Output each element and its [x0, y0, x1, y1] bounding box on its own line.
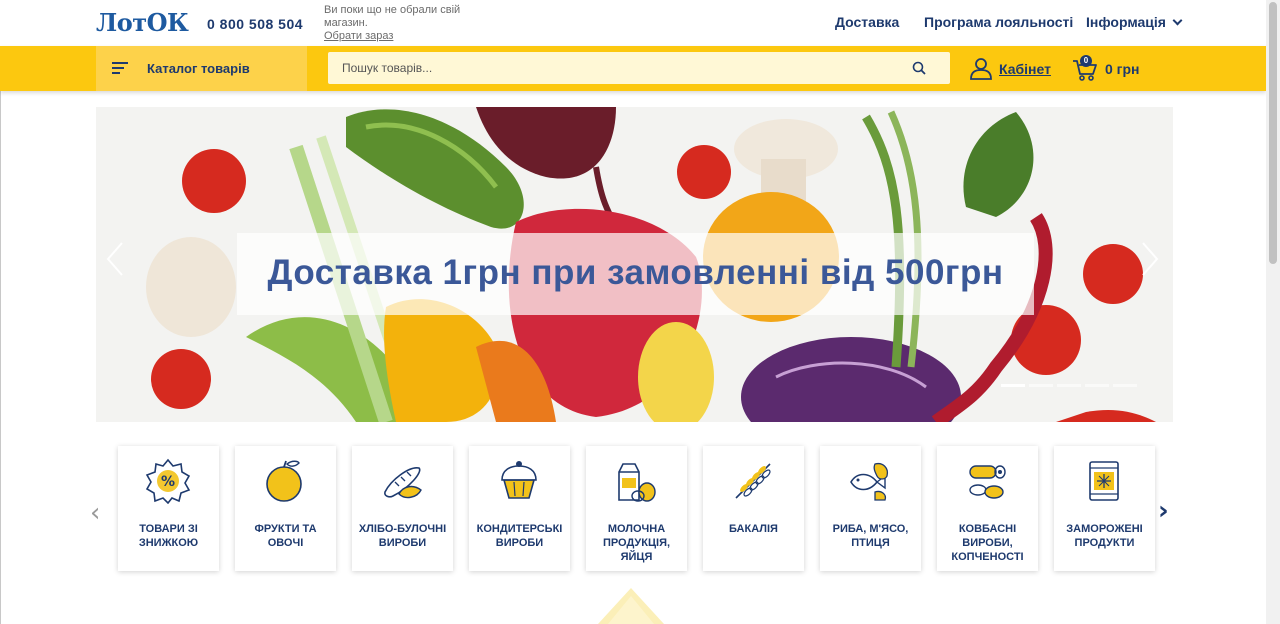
category-frozen[interactable]: Заморожені продукти [1054, 446, 1155, 571]
top-bar: ЛотОК 0 800 508 504 Ви поки що не обрали… [0, 0, 1266, 46]
store-notice: Ви поки що не обрали свій магазин. Обрат… [324, 4, 464, 43]
banner-dot-1[interactable] [1001, 384, 1025, 387]
main-toolbar: Каталог товарів Кабінет 0 0 грн [0, 46, 1266, 91]
banner-caption-box: Доставка 1грн при замовленні від 500грн [237, 233, 1034, 315]
banner-dot-4[interactable] [1085, 384, 1109, 387]
banner-dot-3[interactable] [1057, 384, 1081, 387]
catalog-label: Каталог товарів [147, 61, 250, 76]
category-dairy-eggs[interactable]: Молочна продукція, яйця [586, 446, 687, 571]
svg-text:%: % [161, 474, 175, 490]
categories-prev-arrow-icon[interactable]: ‹ [90, 498, 100, 528]
cupcake-icon [501, 461, 537, 499]
cabinet-label: Кабінет [999, 61, 1051, 77]
category-label: Ковбасні вироби, копченості [951, 523, 1024, 563]
category-carousel: % Товари зі знижкою Фрукти та овочі Хліб… [118, 446, 1158, 571]
decorative-triangle-icon [598, 588, 664, 624]
cart-total: 0 грн [1105, 61, 1140, 77]
category-label: Кондитерські вироби [476, 523, 563, 549]
banner-prev-arrow-icon[interactable] [106, 241, 124, 277]
bread-icon [384, 467, 422, 499]
banner-pagination [1001, 374, 1141, 387]
banner-dot-5[interactable] [1113, 384, 1137, 387]
category-label: Фрукти та овочі [254, 523, 317, 549]
cart-count-badge: 0 [1080, 55, 1092, 67]
category-bakery[interactable]: Хлібо-булочні вироби [352, 446, 453, 571]
choose-store-link[interactable]: Обрати зараз [324, 30, 464, 43]
fish-meat-icon [850, 462, 889, 501]
discount-badge-icon: % [145, 458, 191, 504]
categories-next-arrow-icon[interactable]: › [1158, 496, 1169, 526]
frozen-icon [1089, 461, 1119, 501]
category-label: Хлібо-булочні вироби [358, 523, 447, 549]
store-notice-text: Ви поки що не обрали свій магазин. [324, 4, 461, 29]
category-label: Товари зі знижкою [138, 523, 199, 549]
phone-number[interactable]: 0 800 508 504 [207, 16, 303, 32]
chevron-down-icon [1172, 15, 1183, 26]
category-label: Бакалія [729, 523, 778, 535]
nav-information-label: Інформація [1086, 14, 1166, 30]
page-left-border [0, 0, 1, 624]
page-scrollbar[interactable] [1266, 0, 1280, 624]
search-input[interactable] [328, 52, 908, 84]
category-label: Заморожені продукти [1066, 523, 1143, 549]
apple-icon [266, 460, 302, 502]
catalog-button[interactable]: Каталог товарів [96, 46, 307, 91]
banner-caption: Доставка 1грн при замовленні від 500грн [267, 253, 1004, 292]
category-fruits-vegetables[interactable]: Фрукти та овочі [235, 446, 336, 571]
menu-icon [112, 62, 128, 76]
banner-dot-2[interactable] [1029, 384, 1053, 387]
scrollbar-thumb[interactable] [1269, 2, 1277, 264]
category-grocery[interactable]: Бакалія [703, 446, 804, 571]
nav-loyalty-program[interactable]: Програма лояльності [924, 14, 1073, 30]
milk-eggs-icon [618, 463, 656, 502]
search-icon[interactable] [912, 61, 926, 75]
category-sausages[interactable]: Ковбасні вироби, копченості [937, 446, 1038, 571]
banner-next-arrow-icon[interactable] [1141, 241, 1159, 277]
search-bar [328, 52, 950, 84]
sausage-icon [969, 465, 1006, 499]
category-discounts[interactable]: % Товари зі знижкою [118, 446, 219, 571]
promo-banner[interactable]: Доставка 1грн при замовленні від 500грн [96, 107, 1173, 422]
logo[interactable]: ЛотОК [96, 8, 189, 37]
user-icon [970, 58, 992, 80]
nav-information[interactable]: Інформація [1086, 14, 1183, 30]
category-confectionery[interactable]: Кондитерські вироби [469, 446, 570, 571]
category-fish-meat[interactable]: Риба, м'ясо, птиця [820, 446, 921, 571]
category-label: Молочна продукція, яйця [602, 523, 671, 563]
nav-delivery[interactable]: Доставка [835, 14, 899, 30]
wheat-icon [735, 463, 771, 499]
category-label: Риба, м'ясо, птиця [832, 523, 909, 549]
